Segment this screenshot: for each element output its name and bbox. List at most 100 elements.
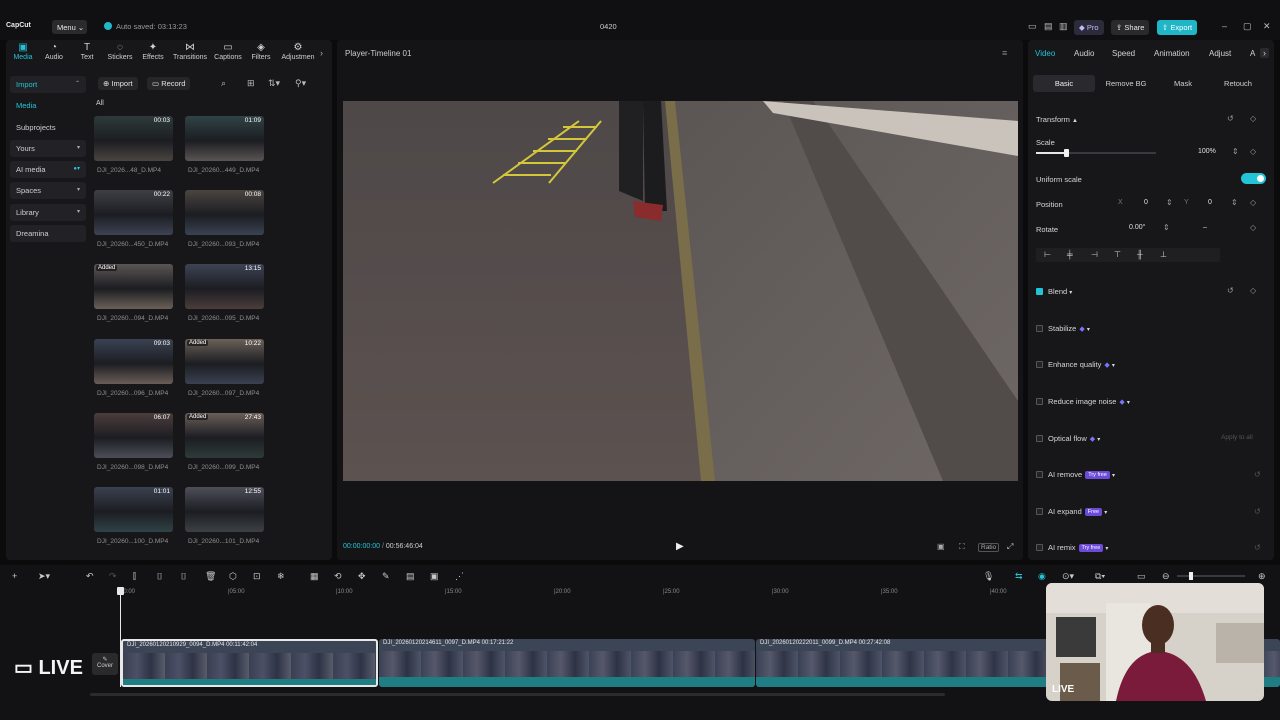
tab-adjust[interactable]: Adjust: [1209, 49, 1231, 58]
screen-icon[interactable]: ▤: [1044, 21, 1053, 32]
reset-icon[interactable]: ↺: [1254, 507, 1261, 516]
media-thumbnail[interactable]: 10:22 Added: [185, 339, 264, 384]
align-center-icon[interactable]: ╪: [1067, 250, 1073, 259]
reset-icon[interactable]: ↺: [1227, 286, 1234, 295]
media-thumbnail[interactable]: 27:43 Added: [185, 413, 264, 458]
zoom-slider-handle[interactable]: [1189, 572, 1193, 580]
redo-icon[interactable]: ↷: [109, 571, 117, 582]
reset-icon[interactable]: ↺: [1254, 543, 1261, 552]
chevron-right-icon[interactable]: ›: [1260, 48, 1269, 58]
blend-row[interactable]: Blend ▾: [1036, 287, 1072, 296]
tab-video[interactable]: Video: [1035, 49, 1055, 58]
freeze-icon[interactable]: ❄: [277, 571, 285, 582]
scale-value[interactable]: 100%: [1198, 148, 1216, 159]
crop-icon[interactable]: ⊡: [253, 571, 261, 582]
pos-x-field[interactable]: 0: [1144, 199, 1148, 210]
menu-button[interactable]: Menu ⌄: [52, 20, 87, 34]
tab-stickers[interactable]: ◌ Stickers: [103, 42, 137, 61]
subtab-basic[interactable]: Basic: [1033, 75, 1095, 92]
export-button[interactable]: ⇧ Export: [1157, 20, 1198, 35]
stabilize-checkbox[interactable]: [1036, 325, 1043, 332]
timeline-clip[interactable]: DJI_20260120210929_0094_D.MP4 00:11:42:0…: [121, 639, 378, 687]
hamburger-icon[interactable]: ≡: [1002, 48, 1007, 58]
align-bottom-icon[interactable]: ⊥: [1160, 250, 1167, 259]
tab-media[interactable]: ▣ Media: [6, 42, 40, 61]
keyframe-icon[interactable]: ◇: [1250, 147, 1256, 156]
timeline-clip[interactable]: DJI_20260120214611_0097_D.MP4 00:17:21:2…: [379, 639, 755, 687]
keyframe-icon[interactable]: ◇: [1250, 223, 1256, 232]
subtitle-icon[interactable]: ▤: [406, 571, 415, 582]
keyframe-icon[interactable]: ◇: [1250, 114, 1256, 123]
tab-audio[interactable]: ◔ Audio: [37, 42, 71, 61]
marker-icon[interactable]: ⬡: [229, 571, 237, 582]
maximize-icon[interactable]: ▢: [1243, 21, 1252, 32]
media-thumbnail[interactable]: 01:01: [94, 487, 173, 532]
media-thumbnail[interactable]: 09:03: [94, 339, 173, 384]
tab-text[interactable]: T Text: [70, 42, 104, 61]
tab-transitions[interactable]: ⋈ Transitions: [172, 42, 208, 61]
ratio-button[interactable]: Ratio: [978, 543, 1000, 552]
video-preview[interactable]: [343, 101, 1018, 481]
optical-flow-row[interactable]: Optical flow ◆ ▾: [1036, 434, 1100, 443]
rotate-field[interactable]: 0.00°: [1129, 224, 1145, 235]
stepper-icon[interactable]: ⇕: [1166, 198, 1173, 207]
stabilize-row[interactable]: Stabilize ◆ ▾: [1036, 324, 1090, 333]
ai-expand-row[interactable]: AI expand Free ▾: [1036, 507, 1107, 516]
ai-remove-checkbox[interactable]: [1036, 471, 1043, 478]
media-thumbnail[interactable]: Added: [94, 264, 173, 309]
scale-slider-handle[interactable]: [1064, 149, 1069, 157]
link-icon[interactable]: ⇆: [1015, 571, 1023, 582]
stepper-icon[interactable]: ⇕: [1231, 198, 1238, 207]
preview-axis-icon[interactable]: ⊙▾: [1062, 571, 1074, 582]
media-thumbnail[interactable]: 12:55: [185, 487, 264, 532]
sidebar-item-dreamina[interactable]: Dreamina: [10, 225, 86, 243]
subtab-remove-bg[interactable]: Remove BG: [1095, 75, 1157, 92]
zoom-in-icon[interactable]: ⊕: [1258, 571, 1266, 582]
split-icon[interactable]: ⫿: [133, 571, 136, 582]
trim-right-icon[interactable]: ⌷: [181, 571, 186, 582]
sidebar-item-spaces[interactable]: Spaces ▾: [10, 182, 86, 200]
search-icon[interactable]: ⌕: [221, 78, 226, 89]
project-title[interactable]: 0420: [600, 22, 617, 31]
reset-icon[interactable]: ↺: [1227, 114, 1234, 123]
align-middle-icon[interactable]: ╫: [1137, 250, 1143, 259]
magic-icon[interactable]: ✎: [382, 571, 390, 582]
grid-view-icon[interactable]: ⊞: [247, 78, 255, 89]
subtab-retouch[interactable]: Retouch: [1209, 75, 1267, 92]
media-thumbnail[interactable]: 13:15: [185, 264, 264, 309]
stepper-icon[interactable]: ⇕: [1232, 147, 1239, 156]
import-button[interactable]: ⊕ Import: [98, 77, 138, 90]
fullscreen-icon[interactable]: ⤢: [1007, 542, 1013, 552]
auto-reframe-icon[interactable]: ✥: [358, 571, 366, 582]
rotate-icon[interactable]: ⟲: [334, 571, 342, 582]
align-right-icon[interactable]: ⊣: [1091, 250, 1098, 259]
blend-checkbox[interactable]: [1036, 288, 1043, 295]
waveform-icon[interactable]: ⋰: [455, 571, 464, 582]
ai-remix-checkbox[interactable]: [1036, 544, 1043, 551]
add-track-icon[interactable]: +: [12, 571, 17, 581]
playhead-handle[interactable]: [117, 587, 124, 595]
share-button[interactable]: ⇪ Share: [1111, 20, 1150, 35]
zoom-fit-icon[interactable]: ⧉▾: [1095, 571, 1105, 582]
apply-all-button[interactable]: Apply to all: [1221, 434, 1253, 441]
sidebar-item-ai-media[interactable]: AI media ●▾: [10, 161, 86, 179]
keyframe-icon[interactable]: ◇: [1250, 198, 1256, 207]
stepper-icon[interactable]: ⇕: [1163, 223, 1170, 232]
caption-icon[interactable]: ▭: [1137, 571, 1146, 582]
tab-adjustment[interactable]: ⚙ Adjustmen: [280, 42, 316, 61]
snap-icon[interactable]: ◉: [1038, 571, 1046, 582]
align-left-icon[interactable]: ⊢: [1044, 250, 1051, 259]
keyframe-icon[interactable]: ◇: [1250, 286, 1256, 295]
cover-button[interactable]: ✎ Cover: [92, 653, 118, 675]
crop-icon[interactable]: ⛶: [959, 542, 965, 552]
mirror-icon[interactable]: ▦: [310, 571, 319, 582]
sort-icon[interactable]: ⇅▾: [268, 78, 280, 89]
chevron-right-icon[interactable]: ›: [320, 48, 323, 58]
noise-row[interactable]: Reduce image noise ◆ ▾: [1036, 397, 1130, 406]
sidebar-item-library[interactable]: Library ▾: [10, 203, 86, 221]
sidebar-item-media[interactable]: Media: [10, 97, 86, 114]
enhance-checkbox[interactable]: [1036, 361, 1043, 368]
select-tool-icon[interactable]: ➤▾: [38, 571, 50, 582]
layout-icon[interactable]: ▭: [1028, 21, 1037, 32]
filter-icon[interactable]: ⚲▾: [295, 78, 306, 89]
